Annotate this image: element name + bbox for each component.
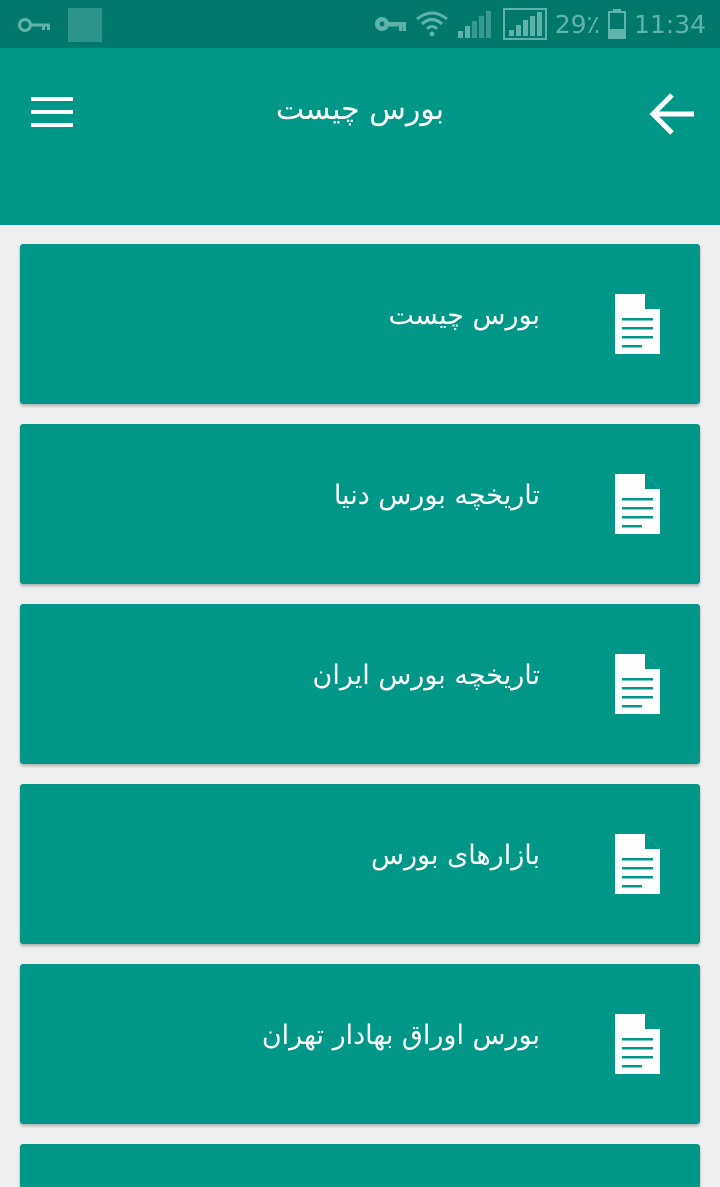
document-icon — [615, 654, 660, 714]
signal-icon — [457, 11, 491, 38]
battery-percent-text: 29٪ — [554, 9, 600, 39]
app-bar: بورس چیست — [0, 48, 720, 225]
hamburger-menu-icon — [31, 97, 73, 127]
list-item-label: بورس اوراق بهادار تهران — [261, 1020, 540, 1051]
list-item-1[interactable]: تاریخچه بورس دنیا — [20, 424, 700, 584]
document-icon — [615, 1014, 660, 1074]
list-item-3[interactable]: بازارهای بورس — [20, 784, 700, 944]
list-item-label: بورس چیست — [388, 300, 540, 331]
back-button[interactable] — [644, 86, 700, 142]
status-right-icons: 29٪ 11:34 — [373, 6, 706, 42]
document-icon — [615, 474, 660, 534]
vpn-key-icon — [374, 17, 406, 31]
document-icon — [615, 294, 660, 354]
battery-icon — [607, 9, 626, 39]
list-item-label: تاریخچه بورس ایران — [312, 660, 541, 691]
arrow-back-icon — [649, 93, 694, 135]
document-icon — [615, 834, 660, 894]
menu-button[interactable] — [26, 88, 78, 136]
list-item-label: بازارهای بورس — [371, 840, 540, 871]
list-item-4[interactable]: بورس اوراق بهادار تهران — [20, 964, 700, 1124]
list-item-0[interactable]: بورس چیست — [20, 244, 700, 404]
notification-square — [68, 8, 102, 42]
list-item-5[interactable] — [20, 1144, 700, 1187]
status-left-icons — [18, 8, 102, 42]
page-title: بورس چیست — [275, 92, 445, 127]
signal-icon-2 — [502, 8, 547, 40]
status-time: 11:34 — [633, 9, 706, 39]
list-item-2[interactable]: تاریخچه بورس ایران — [20, 604, 700, 764]
status-bar: 29٪ 11:34 — [0, 0, 720, 48]
key-icon — [18, 18, 50, 32]
wifi-icon — [415, 11, 448, 37]
list-item-label: تاریخچه بورس دنیا — [333, 480, 540, 511]
